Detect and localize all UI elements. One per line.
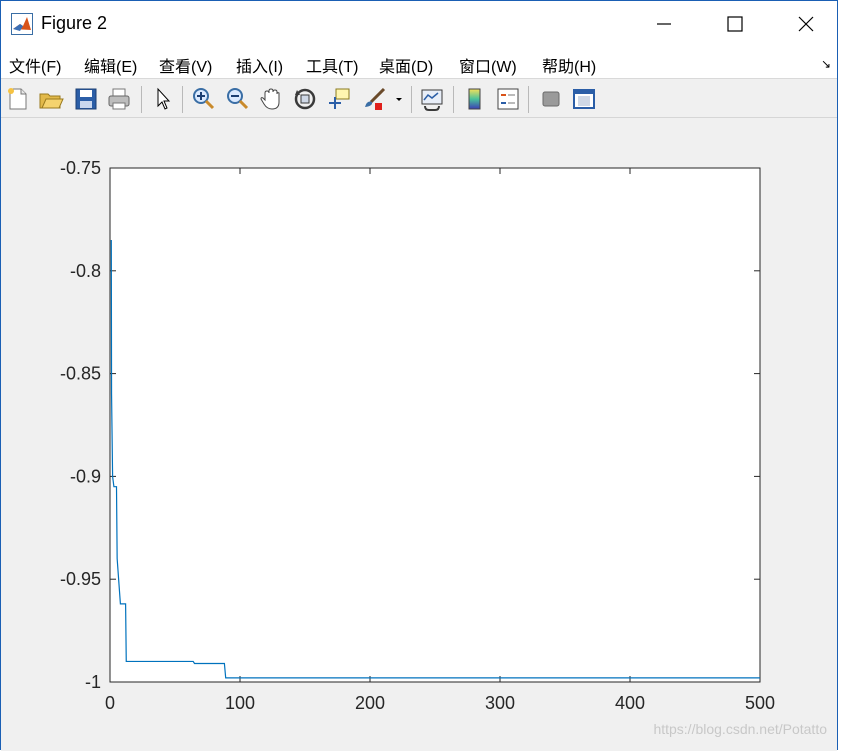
- data-cursor-icon[interactable]: [326, 86, 352, 112]
- figure-canvas: 0 100 200 300 400 500 -0.75 -0.8 -0.85 -0.9 -0.95 -…: [1, 119, 837, 751]
- maximize-icon: [727, 16, 743, 32]
- link-plot-icon[interactable]: [419, 86, 445, 112]
- x-tick-label: 0: [105, 693, 115, 713]
- menu-bar: 文件(F) 编辑(E) 查看(V) 插入(I) 工具(T) 桌面(D) 窗口(W…: [1, 47, 837, 79]
- close-icon: [798, 16, 814, 32]
- y-tick-label: -0.75: [60, 158, 101, 178]
- legend-icon[interactable]: [495, 86, 521, 112]
- watermark-text: https://blog.csdn.net/Potatto: [653, 721, 827, 737]
- plot-area: 0 100 200 300 400 500 -0.75 -0.8 -0.85 -0.9 -0.95 -…: [60, 158, 775, 713]
- minimize-button[interactable]: [641, 7, 687, 41]
- x-tick-label: 500: [745, 693, 775, 713]
- axes-box: [109, 167, 761, 683]
- window-title: Figure 2: [41, 13, 108, 33]
- toolbar-separator: [453, 86, 454, 113]
- brush-dropdown-icon[interactable]: [393, 86, 405, 112]
- rotate-3d-icon[interactable]: [292, 86, 318, 112]
- close-button[interactable]: [783, 7, 829, 41]
- new-figure-icon[interactable]: [5, 86, 31, 112]
- y-tick-label: -0.85: [60, 364, 101, 384]
- print-icon[interactable]: [106, 86, 132, 112]
- menu-tools[interactable]: 工具(T): [306, 53, 358, 77]
- menu-insert[interactable]: 插入(I): [236, 53, 283, 77]
- brush-icon[interactable]: [361, 86, 387, 112]
- open-file-icon[interactable]: [38, 86, 64, 112]
- dock-arrow-icon[interactable]: ↘: [821, 57, 831, 71]
- minimize-icon: [657, 23, 671, 25]
- x-tick-label: 400: [615, 693, 645, 713]
- zoom-in-icon[interactable]: [190, 86, 216, 112]
- toolbar-separator: [528, 86, 529, 113]
- title-bar[interactable]: Figure 2: [1, 1, 837, 47]
- toolbar-separator: [411, 86, 412, 113]
- x-tick-label: 200: [355, 693, 385, 713]
- y-tick-label: -0.8: [70, 261, 101, 281]
- menu-view[interactable]: 查看(V): [159, 53, 212, 77]
- colorbar-icon[interactable]: [462, 86, 488, 112]
- edit-plot-icon[interactable]: [150, 86, 176, 112]
- hide-plot-tools-icon[interactable]: [538, 86, 564, 112]
- menu-help[interactable]: 帮助(H): [542, 53, 596, 77]
- toolbar-separator: [141, 86, 142, 113]
- x-tick-label: 100: [225, 693, 255, 713]
- pan-icon[interactable]: [258, 86, 284, 112]
- y-tick-label: -0.9: [70, 466, 101, 486]
- menu-edit[interactable]: 编辑(E): [84, 53, 137, 77]
- menu-window[interactable]: 窗口(W): [459, 53, 517, 77]
- menu-desktop[interactable]: 桌面(D): [379, 53, 433, 77]
- save-icon[interactable]: [73, 86, 99, 112]
- figure-window: Figure 2 文件(F) 编辑(E) 查看(V) 插入(I) 工具(T) 桌…: [0, 0, 838, 751]
- show-plot-tools-icon[interactable]: [571, 86, 597, 112]
- zoom-out-icon[interactable]: [224, 86, 250, 112]
- y-tick-label: -0.95: [60, 569, 101, 589]
- x-tick-label: 300: [485, 693, 515, 713]
- maximize-button[interactable]: [712, 7, 758, 41]
- menu-file[interactable]: 文件(F): [9, 53, 61, 77]
- matlab-logo-icon: [11, 13, 33, 35]
- toolbar-separator: [182, 86, 183, 113]
- figure-toolbar: [1, 80, 837, 118]
- y-tick-label: -1: [85, 672, 101, 692]
